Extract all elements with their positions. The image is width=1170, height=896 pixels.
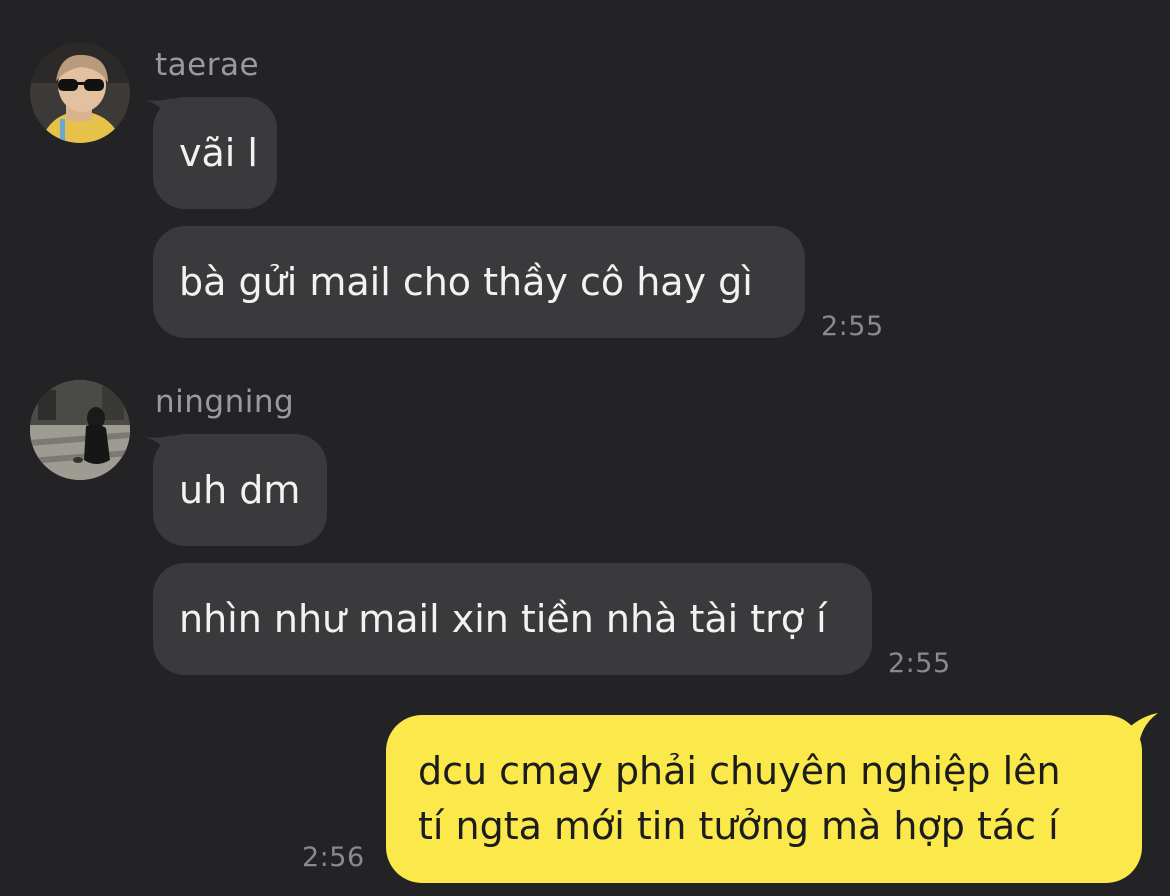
outgoing-message-bubble[interactable]: dcu cmay phải chuyên nghiệp lên tí ngta … (386, 715, 1142, 883)
message-text: bà gửi mail cho thầy cô hay gì (179, 260, 753, 304)
avatar-taerae[interactable] (30, 43, 130, 143)
bubble-tail (1118, 713, 1158, 739)
sender-name: taerae (155, 47, 260, 83)
message-text-line: dcu cmay phải chuyên nghiệp lên (418, 749, 1061, 793)
message-timestamp: 2:55 (888, 648, 951, 679)
sender-name: ningning (155, 384, 295, 420)
chat-view: taerae vãi l bà gửi mail cho thầy cô hay… (0, 0, 1170, 896)
message-timestamp: 2:55 (821, 311, 884, 342)
message-bubble[interactable]: uh dm (153, 434, 327, 546)
message-timestamp: 2:56 (302, 842, 365, 873)
avatar-ningning[interactable] (30, 380, 130, 480)
message-text: nhìn như mail xin tiền nhà tài trợ í (179, 597, 827, 641)
message-text-line: tí ngta mới tin tưởng mà hợp tác í (418, 804, 1059, 848)
message-bubble[interactable]: nhìn như mail xin tiền nhà tài trợ í (153, 563, 872, 675)
message-bubble[interactable]: vãi l (153, 97, 277, 209)
message-text: vãi l (179, 131, 258, 175)
message-text: uh dm (179, 468, 301, 512)
message-bubble[interactable]: bà gửi mail cho thầy cô hay gì (153, 226, 805, 338)
